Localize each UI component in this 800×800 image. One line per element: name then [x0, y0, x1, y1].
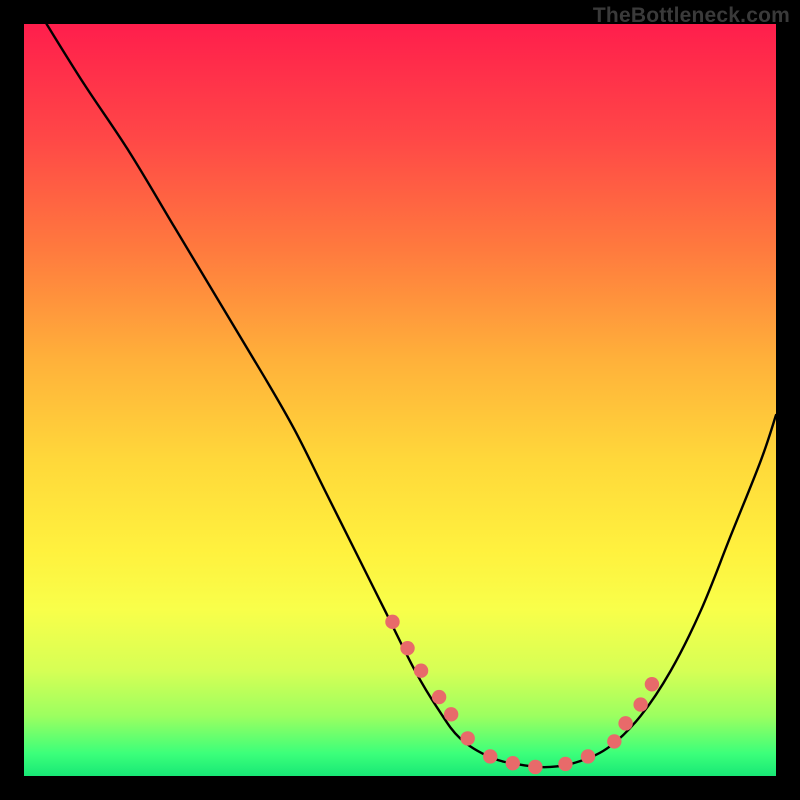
curve-line — [47, 24, 776, 767]
data-point — [506, 756, 520, 770]
data-point — [645, 677, 659, 691]
chart-frame: TheBottleneck.com — [0, 0, 800, 800]
data-point — [581, 749, 595, 763]
data-point — [444, 707, 458, 721]
data-point — [618, 716, 632, 730]
data-point — [528, 760, 542, 774]
data-point — [483, 749, 497, 763]
data-point — [633, 697, 647, 711]
watermark-text: TheBottleneck.com — [593, 4, 790, 28]
data-point — [558, 757, 572, 771]
chart-plot-area — [24, 24, 776, 776]
data-point — [432, 690, 446, 704]
data-point — [385, 615, 399, 629]
data-point — [400, 641, 414, 655]
data-point — [607, 734, 621, 748]
data-point — [414, 664, 428, 678]
data-point — [460, 731, 474, 745]
chart-svg — [24, 24, 776, 776]
